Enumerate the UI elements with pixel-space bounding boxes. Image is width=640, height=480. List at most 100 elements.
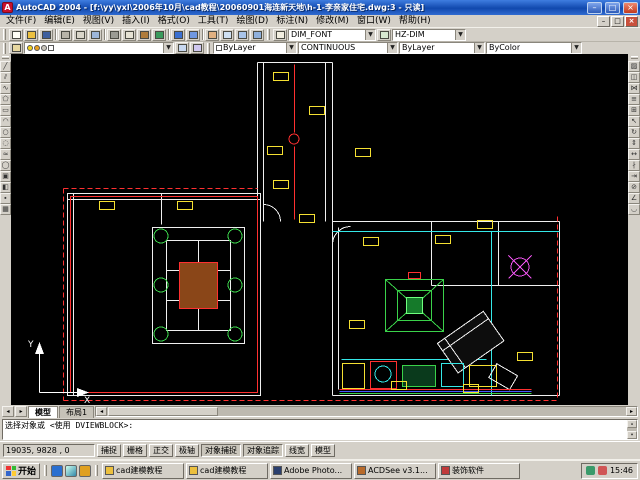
task-acdsee[interactable]: ACDSee v3.1... — [354, 463, 436, 479]
combo-dropdown-arrow-icon[interactable]: ▼ — [455, 30, 465, 40]
combo-dropdown-arrow-icon[interactable]: ▼ — [365, 30, 375, 40]
scroll-up-icon[interactable]: ▴ — [627, 420, 637, 428]
rotate-button[interactable]: ↻ — [628, 127, 640, 138]
show-desktop-icon[interactable] — [65, 465, 77, 477]
toolbar-grip[interactable] — [267, 29, 270, 40]
make-object-layer-current-button[interactable] — [175, 42, 189, 54]
open-button[interactable] — [24, 29, 38, 41]
horizontal-scroll-thumb[interactable] — [108, 407, 218, 416]
menu-modify[interactable]: 修改(M) — [312, 15, 353, 27]
scroll-right-icon[interactable]: ▸ — [626, 407, 637, 416]
layer-thaw-sun-icon[interactable] — [34, 45, 40, 51]
otrack-toggle[interactable]: 对象追踪 — [243, 444, 283, 457]
zoom-previous-button[interactable] — [250, 29, 264, 41]
ortho-toggle[interactable]: 正交 — [149, 444, 173, 457]
menu-edit[interactable]: 编辑(E) — [40, 15, 79, 27]
dim-style-combo[interactable]: HZ-DIM ▼ — [392, 29, 466, 41]
layer-on-bulb-icon[interactable] — [27, 45, 33, 51]
combo-dropdown-arrow-icon[interactable]: ▼ — [286, 43, 296, 53]
toolbar-grip[interactable] — [3, 29, 6, 40]
tab-nav-right-icon[interactable]: ▸ — [15, 406, 27, 417]
offset-button[interactable]: ≡ — [628, 94, 640, 105]
save-button[interactable] — [39, 29, 53, 41]
arc-button[interactable]: ◠ — [0, 116, 11, 127]
stretch-button[interactable]: ↔ — [628, 149, 640, 160]
menu-file[interactable]: 文件(F) — [2, 15, 40, 27]
chamfer-button[interactable]: ∠ — [628, 193, 640, 204]
color-combo[interactable]: ByLayer ▼ — [213, 42, 297, 54]
paste-button[interactable] — [137, 29, 151, 41]
publish-button[interactable] — [88, 29, 102, 41]
lineweight-combo[interactable]: ByLayer ▼ — [399, 42, 485, 54]
plot-button[interactable] — [58, 29, 72, 41]
line-button[interactable]: ╱ — [0, 61, 11, 72]
zoom-realtime-button[interactable] — [220, 29, 234, 41]
tab-nav-left-icon[interactable]: ◂ — [2, 406, 14, 417]
task-decor-software[interactable]: 装饰软件 — [438, 463, 520, 479]
command-scrollbar[interactable]: ▴ ▾ — [627, 420, 637, 439]
erase-button[interactable]: ▨ — [628, 61, 640, 72]
task-cad-tutorial-1[interactable]: cad建模教程 — [102, 463, 184, 479]
toolbar-grip[interactable] — [2, 56, 9, 59]
start-button[interactable]: 开始 — [2, 463, 40, 479]
command-text-area[interactable]: 选择对象或 <使用 DVIEWBLOCK>: ▴ ▾ — [2, 419, 638, 440]
scale-button[interactable]: ⇕ — [628, 138, 640, 149]
toolbar-grip[interactable] — [631, 56, 638, 59]
layer-properties-manager-button[interactable] — [9, 42, 23, 54]
horizontal-scrollbar[interactable]: ◂ ▸ — [95, 406, 638, 417]
close-button[interactable]: × — [623, 2, 638, 14]
new-button[interactable] — [9, 29, 23, 41]
model-paper-toggle[interactable]: 模型 — [311, 444, 335, 457]
menu-draw[interactable]: 绘图(D) — [232, 15, 272, 27]
task-adobe-photoshop[interactable]: Adobe Photo... — [270, 463, 352, 479]
tray-ime-icon[interactable] — [598, 466, 607, 475]
move-button[interactable]: ↖ — [628, 116, 640, 127]
task-cad-tutorial-2[interactable]: cad建模教程 — [186, 463, 268, 479]
copy-button[interactable] — [122, 29, 136, 41]
combo-dropdown-arrow-icon[interactable]: ▼ — [571, 43, 581, 53]
osnap-toggle[interactable]: 对象捕捉 — [201, 444, 241, 457]
redo-button[interactable] — [186, 29, 200, 41]
document-restore-button[interactable]: □ — [611, 16, 624, 27]
drawing-canvas[interactable]: Y X — [11, 54, 628, 405]
break-button[interactable]: ⊘ — [628, 182, 640, 193]
toolbar-grip[interactable] — [207, 43, 210, 54]
snap-toggle[interactable]: 捕捉 — [97, 444, 121, 457]
document-close-button[interactable]: × — [625, 16, 638, 27]
spline-button[interactable]: ≈ — [0, 149, 11, 160]
menu-help[interactable]: 帮助(H) — [395, 15, 435, 27]
tab-model[interactable]: 模型 — [28, 406, 58, 418]
menu-insert[interactable]: 插入(I) — [118, 15, 154, 27]
combo-dropdown-arrow-icon[interactable]: ▼ — [387, 43, 397, 53]
polygon-button[interactable]: ⬠ — [0, 94, 11, 105]
rectangle-button[interactable]: ▭ — [0, 105, 11, 116]
make-block-button[interactable]: ◧ — [0, 182, 11, 193]
dim-style-button[interactable] — [377, 29, 391, 41]
construction-line-button[interactable]: ⫽ — [0, 72, 11, 83]
fillet-button[interactable]: ◡ — [628, 204, 640, 215]
text-style-combo[interactable]: DIM_FONT ▼ — [288, 29, 376, 41]
hatch-button[interactable]: ▦ — [0, 204, 11, 215]
mirror-button[interactable]: ⋈ — [628, 83, 640, 94]
revision-cloud-button[interactable]: ◌ — [0, 138, 11, 149]
minimize-button[interactable]: – — [587, 2, 602, 14]
plot-style-combo[interactable]: ByColor ▼ — [486, 42, 582, 54]
combo-dropdown-arrow-icon[interactable]: ▼ — [474, 43, 484, 53]
point-button[interactable]: ∙ — [0, 193, 11, 204]
menu-window[interactable]: 窗口(W) — [353, 15, 395, 27]
combo-dropdown-arrow-icon[interactable]: ▼ — [163, 43, 173, 53]
toolbar-grip[interactable] — [3, 43, 6, 54]
extend-button[interactable]: ⇥ — [628, 171, 640, 182]
layer-previous-button[interactable] — [190, 42, 204, 54]
match-properties-button[interactable] — [152, 29, 166, 41]
scroll-down-icon[interactable]: ▾ — [627, 431, 637, 439]
lineweight-toggle[interactable]: 线宽 — [285, 444, 309, 457]
document-minimize-button[interactable]: – — [597, 16, 610, 27]
maximize-button[interactable]: □ — [605, 2, 620, 14]
layer-unlock-icon[interactable] — [41, 45, 47, 51]
menu-view[interactable]: 视图(V) — [79, 15, 118, 27]
insert-block-button[interactable]: ▣ — [0, 171, 11, 182]
text-style-button[interactable] — [273, 29, 287, 41]
zoom-window-button[interactable] — [235, 29, 249, 41]
array-button[interactable]: ⊞ — [628, 105, 640, 116]
